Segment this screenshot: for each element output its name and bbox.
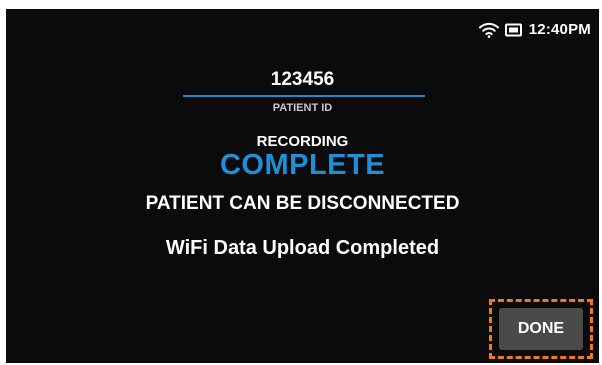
device-screen: 12:40PM 123456 PATIENT ID RECORDING COMP… [6,9,599,363]
recording-status: COMPLETE [219,149,386,181]
status-bar: 12:40PM [478,21,591,38]
battery-icon [504,23,523,37]
disconnect-message: PATIENT CAN BE DISCONNECTED [145,193,460,214]
wifi-icon [478,22,499,38]
done-button[interactable]: DONE [499,308,583,350]
status-time: 12:40PM [528,21,591,38]
patient-id-value: 123456 [270,69,335,90]
upload-status-message: WiFi Data Upload Completed [165,237,440,259]
recording-label: RECORDING [256,133,349,150]
patient-id-label: PATIENT ID [272,102,333,114]
patient-id-underline [183,95,425,97]
